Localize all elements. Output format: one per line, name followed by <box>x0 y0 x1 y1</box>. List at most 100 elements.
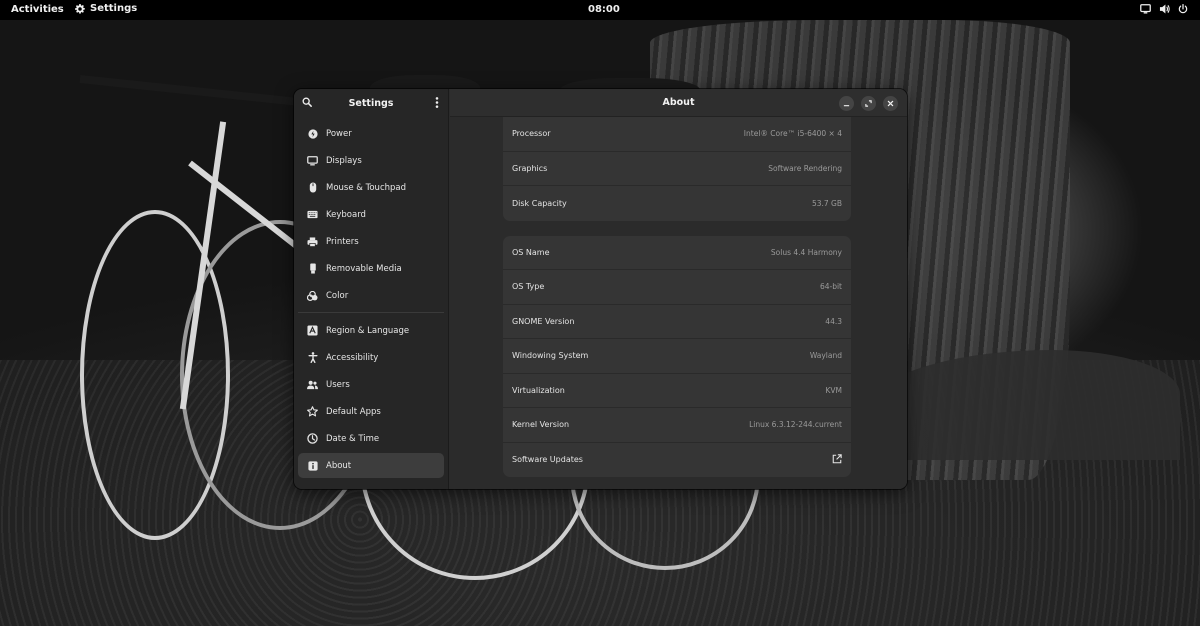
minimize-button[interactable] <box>839 96 854 111</box>
sidebar-item-region-language[interactable]: Region & Language <box>298 318 444 343</box>
top-bar: Activities Settings 08:00 <box>0 0 1200 20</box>
app-menu-button[interactable]: Settings <box>75 3 137 14</box>
mouse-icon <box>307 182 318 193</box>
info-row-virtualization: Virtualization KVM <box>503 374 851 408</box>
sidebar-item-power[interactable]: Power <box>298 121 444 146</box>
sidebar-item-label: Keyboard <box>326 209 366 220</box>
sidebar: Settings Power Displays Mouse & Touchpad… <box>294 89 449 489</box>
row-value: Software Rendering <box>768 163 842 173</box>
sidebar-item-label: Displays <box>326 155 362 166</box>
minimize-icon <box>843 105 850 107</box>
sidebar-item-displays[interactable]: Displays <box>298 148 444 173</box>
search-icon <box>302 97 312 107</box>
sidebar-item-label: Region & Language <box>326 325 410 336</box>
row-label: OS Type <box>512 282 545 292</box>
row-value: KVM <box>825 385 842 395</box>
sidebar-item-label: Color <box>326 290 349 301</box>
sidebar-item-color[interactable]: Color <box>298 283 444 308</box>
sidebar-item-label: Users <box>326 379 350 390</box>
clock[interactable]: 08:00 <box>588 4 620 15</box>
main-menu-button[interactable] <box>435 97 439 111</box>
row-label: Graphics <box>512 163 548 173</box>
info-row-os-type: OS Type 64-bit <box>503 270 851 305</box>
main-panel: About Processor Intel® Core™ i5-6400 × 4… <box>450 89 907 489</box>
star-icon <box>307 406 318 417</box>
volume-icon <box>1159 4 1170 14</box>
sidebar-separator <box>298 312 444 313</box>
power-icon <box>1178 4 1188 14</box>
sidebar-item-label: About <box>326 460 352 471</box>
printer-icon <box>307 236 318 247</box>
system-tray[interactable] <box>1140 4 1188 14</box>
row-value: 53.7 GB <box>811 198 842 208</box>
sidebar-title: Settings <box>348 97 394 109</box>
row-value: 44.3 <box>825 316 842 326</box>
sidebar-item-date-time[interactable]: Date & Time <box>298 426 444 451</box>
users-icon <box>307 379 318 390</box>
row-label: GNOME Version <box>512 316 575 326</box>
sidebar-item-users[interactable]: Users <box>298 372 444 397</box>
about-content: Processor Intel® Core™ i5-6400 × 4 Graph… <box>503 117 851 477</box>
info-icon <box>307 460 318 471</box>
language-icon <box>307 325 318 336</box>
row-label: OS Name <box>512 247 550 257</box>
info-row-gnome-version: GNOME Version 44.3 <box>503 305 851 339</box>
sidebar-item-default-apps[interactable]: Default Apps <box>298 399 444 424</box>
sidebar-list: Power Displays Mouse & Touchpad Keyboard <box>294 117 448 484</box>
power-icon <box>307 128 318 139</box>
info-row-kernel-version: Kernel Version Linux 6.3.12-244.current <box>503 408 851 443</box>
kebab-menu-icon <box>435 97 439 108</box>
sidebar-item-label: Removable Media <box>326 263 402 274</box>
color-icon <box>307 290 318 301</box>
wallpaper-bike-handlebar <box>79 75 310 108</box>
row-label: Processor <box>512 129 551 139</box>
os-info-card: OS Name Solus 4.4 Harmony OS Type 64-bit… <box>503 235 851 478</box>
page-title: About <box>662 97 695 108</box>
row-value: Wayland <box>809 351 842 361</box>
external-link-icon <box>832 454 842 466</box>
info-row-graphics: Graphics Software Rendering <box>503 152 851 186</box>
usb-icon <box>307 263 318 274</box>
hardware-info-card: Processor Intel® Core™ i5-6400 × 4 Graph… <box>503 117 851 221</box>
row-label: Windowing System <box>512 351 589 361</box>
sidebar-item-label: Printers <box>326 236 359 247</box>
settings-window: Settings Power Displays Mouse & Touchpad… <box>294 89 907 489</box>
accessibility-icon <box>307 352 318 363</box>
sidebar-item-keyboard[interactable]: Keyboard <box>298 202 444 227</box>
gear-icon <box>75 3 85 14</box>
restore-icon <box>865 100 872 107</box>
sidebar-item-removable-media[interactable]: Removable Media <box>298 256 444 281</box>
sidebar-item-label: Mouse & Touchpad <box>326 182 407 193</box>
sidebar-item-mouse-touchpad[interactable]: Mouse & Touchpad <box>298 175 444 200</box>
clock-icon <box>307 433 318 444</box>
row-label: Software Updates <box>512 455 583 465</box>
keyboard-icon <box>307 209 318 220</box>
row-value: Intel® Core™ i5-6400 × 4 <box>743 129 842 139</box>
maximize-button[interactable] <box>861 96 876 111</box>
row-value: Solus 4.4 Harmony <box>770 247 842 257</box>
software-updates-row[interactable]: Software Updates <box>503 443 851 478</box>
row-label: Disk Capacity <box>512 198 567 208</box>
sidebar-item-label: Date & Time <box>326 433 380 444</box>
sidebar-item-printers[interactable]: Printers <box>298 229 444 254</box>
sidebar-item-about[interactable]: About <box>298 453 444 478</box>
screen-icon <box>1140 4 1151 14</box>
close-button[interactable] <box>883 96 898 111</box>
row-label: Virtualization <box>512 385 565 395</box>
display-icon <box>307 155 318 166</box>
sidebar-item-label: Accessibility <box>326 352 379 363</box>
sidebar-header: Settings <box>294 89 448 117</box>
activities-button[interactable]: Activities <box>11 4 64 15</box>
sidebar-item-label: Power <box>326 128 352 139</box>
row-label: Kernel Version <box>512 420 570 430</box>
info-row-os-name: OS Name Solus 4.4 Harmony <box>503 236 851 270</box>
search-button[interactable] <box>302 97 312 110</box>
row-value: 64-bit <box>819 282 842 292</box>
info-row-disk-capacity[interactable]: Disk Capacity 53.7 GB <box>503 186 851 221</box>
row-value: Linux 6.3.12-244.current <box>749 420 842 430</box>
sidebar-item-label: Default Apps <box>326 406 381 417</box>
info-row-windowing-system: Windowing System Wayland <box>503 339 851 374</box>
main-header: About <box>450 89 907 117</box>
close-icon <box>887 100 894 107</box>
sidebar-item-accessibility[interactable]: Accessibility <box>298 345 444 370</box>
